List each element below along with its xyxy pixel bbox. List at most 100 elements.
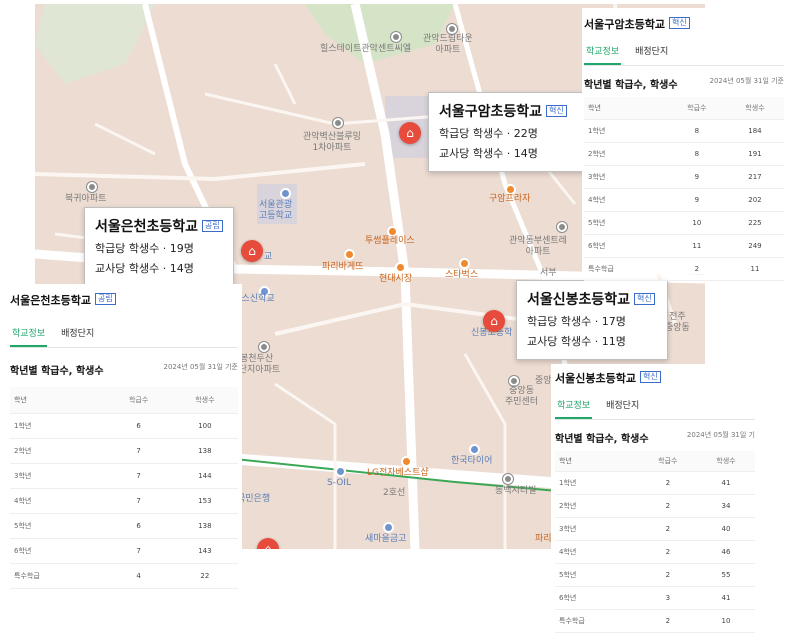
poi-pin	[280, 188, 291, 199]
poi-label[interactable]: LG전자베스트샵	[367, 468, 429, 479]
school-type-badge: 공립	[202, 220, 223, 232]
poi-pin	[259, 342, 269, 352]
info-bubble-shinbong[interactable]: 서울신봉초등학교 혁신 학급당 학생수 · 17명 교사당 학생수 · 11명	[516, 280, 668, 360]
poi-pin	[509, 376, 519, 386]
poi-pin	[557, 222, 567, 232]
col-header: 학년	[584, 97, 668, 120]
table-row: 3학년 9 217	[584, 165, 784, 189]
poi-label[interactable]: 힐스테이트관악센트씨엘	[320, 44, 411, 55]
col-header: 학년	[555, 451, 639, 472]
poi-label[interactable]: 서부	[540, 268, 557, 279]
poi-pin	[447, 24, 457, 34]
poi-label[interactable]: 한국타이어	[451, 456, 492, 467]
poi-label[interactable]: 스타벅스	[445, 270, 478, 281]
table-row: 1학년 6 100	[10, 413, 238, 439]
poi-label[interactable]: 동백시티빌	[495, 486, 536, 497]
panel-title: 서울신봉초등학교 혁신	[555, 370, 755, 386]
panel-title: 서울은천초등학교 공립	[10, 292, 238, 308]
col-header: 학급수	[667, 97, 726, 120]
table-row: 5학년 10 225	[584, 211, 784, 235]
tab-school-info[interactable]: 학교정보	[555, 394, 593, 419]
school-marker-shinbong[interactable]: ⌂	[483, 310, 505, 332]
poi-label[interactable]: 관악동부센트레 아파트	[509, 236, 567, 258]
col-header: 학년	[10, 387, 106, 414]
school-type-badge: 혁신	[668, 17, 690, 29]
poi-label[interactable]: 전주 중앙동	[665, 312, 690, 334]
tab-school-info[interactable]: 학교정보	[10, 322, 48, 347]
grade-table: 학년 학급수 학생수 1학년 6 100 2학년 7 138 3학년 7 144 4학년 7 1…	[10, 387, 238, 589]
poi-pin	[459, 258, 470, 269]
col-header: 학급수	[105, 387, 172, 414]
bubble-title: 서울구암초등학교 혁신	[439, 101, 575, 121]
bubble-title: 서울은천초등학교 공립	[95, 216, 223, 236]
tab-school-info[interactable]: 학교정보	[584, 40, 622, 65]
poi-pin	[401, 456, 412, 467]
students-per-teacher: 교사당 학생수 · 11명	[527, 335, 626, 348]
panel-title: 서울구암초등학교 혁신	[584, 16, 784, 32]
students-per-class: 학급당 학생수 · 17명	[527, 315, 626, 328]
school-type-badge: 혁신	[546, 105, 567, 117]
section-title: 학년별 학급수, 학생수	[10, 366, 104, 377]
poi-label[interactable]: 북귀아파트	[65, 194, 106, 205]
poi-pin	[333, 118, 343, 128]
school-marker-guam[interactable]: ⌂	[399, 122, 421, 144]
bubble-title: 서울신봉초등학교 혁신	[527, 289, 657, 309]
poi-label[interactable]: 관악드림타운 아파트	[423, 34, 473, 56]
col-header: 학급수	[638, 451, 697, 472]
table-row: 2학년 8 191	[584, 142, 784, 166]
poi-label[interactable]: 새마을금고	[365, 534, 406, 545]
table-row: 4학년 9 202	[584, 188, 784, 212]
poi-pin	[344, 249, 355, 260]
col-header: 학생수	[696, 451, 755, 472]
panel-tabs: 학교정보 배정단지	[10, 322, 238, 348]
school-type-badge: 혁신	[639, 371, 661, 383]
table-row: 3학년 7 144	[10, 463, 238, 489]
poi-label[interactable]: 관악벽산블루밍 1차아파트	[303, 132, 361, 154]
poi-label[interactable]: 교	[264, 252, 272, 263]
info-bubble-eunchun[interactable]: 서울은천초등학교 공립 학급당 학생수 · 19명 교사당 학생수 · 14명	[84, 207, 234, 287]
table-row: 1학년 2 41	[555, 471, 755, 495]
table-row: 특수학급 2 11	[584, 257, 784, 281]
students-per-class: 학급당 학생수 · 22명	[439, 127, 538, 140]
tab-assigned-complex[interactable]: 배정단지	[59, 322, 96, 347]
tab-assigned-complex[interactable]: 배정단지	[633, 40, 670, 65]
poi-label[interactable]: 중앙동 주민센터	[505, 386, 538, 408]
table-row: 6학년 3 41	[555, 586, 755, 610]
col-header: 학생수	[725, 97, 784, 120]
school-type-badge: 공립	[94, 293, 116, 305]
poi-label[interactable]: 중앙	[535, 376, 552, 387]
grade-table: 학년 학급수 학생수 1학년 8 184 2학년 8 191 3학년 9 217 4학년 9 2…	[584, 97, 784, 281]
table-row: 특수학급 4 22	[10, 563, 238, 589]
poi-label[interactable]: 투썸플레이스	[365, 236, 415, 247]
school-type-badge: 혁신	[634, 293, 655, 305]
students-per-class: 학급당 학생수 · 19명	[95, 242, 194, 255]
panel-tabs: 학교정보 배정단지	[555, 394, 755, 420]
section-title: 학년별 학급수, 학생수	[555, 434, 649, 445]
base-date: 2024년 05월 31일 기	[686, 431, 755, 439]
table-row: 4학년 2 46	[555, 540, 755, 564]
table-row: 2학년 7 138	[10, 438, 238, 464]
table-row: 5학년 6 138	[10, 513, 238, 539]
poi-label[interactable]: 파리바게뜨	[322, 262, 363, 273]
school-panel-eunchun: 서울은천초등학교 공립 학교정보 배정단지 학년별 학급수, 학생수 2024년 0…	[6, 284, 242, 629]
poi-label[interactable]: S-OIL	[327, 478, 351, 489]
table-row: 3학년 2 40	[555, 517, 755, 541]
grade-table: 학년 학급수 학생수 1학년 2 41 2학년 2 34 3학년 2 40 4학년 2 46 5…	[555, 451, 755, 633]
poi-label[interactable]: 서울관광 고등학교	[259, 200, 292, 222]
col-header: 학생수	[171, 387, 238, 414]
poi-label[interactable]: 현대시장	[379, 274, 412, 285]
info-bubble-guam[interactable]: 서울구암초등학교 혁신 학급당 학생수 · 22명 교사당 학생수 · 14명	[428, 92, 586, 172]
poi-pin	[87, 182, 97, 192]
poi-pin	[383, 522, 394, 533]
table-row: 2학년 2 34	[555, 494, 755, 518]
table-row: 6학년 11 249	[584, 234, 784, 258]
poi-pin	[395, 262, 406, 273]
table-row: 5학년 2 55	[555, 563, 755, 587]
school-marker-eunchun[interactable]: ⌂	[241, 240, 263, 262]
poi-label: 2호선	[383, 488, 406, 498]
tab-assigned-complex[interactable]: 배정단지	[604, 394, 641, 419]
section-title: 학년별 학급수, 학생수	[584, 80, 678, 91]
poi-label[interactable]: 구암프라자	[489, 194, 530, 205]
table-row: 1학년 8 184	[584, 119, 784, 143]
poi-label[interactable]: 파리	[535, 534, 552, 545]
